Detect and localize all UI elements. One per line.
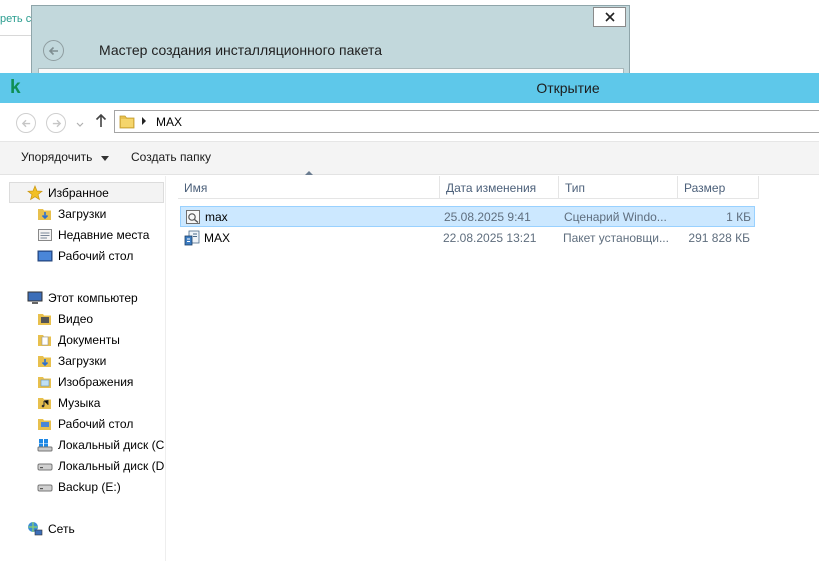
file-type: Сценарий Windo... xyxy=(564,210,667,224)
computer-icon xyxy=(27,290,43,306)
nav-this-pc[interactable]: Этот компьютер xyxy=(27,288,138,308)
nav-item-drive-d[interactable]: Локальный диск (D xyxy=(37,456,164,476)
dialog-title: Открытие xyxy=(536,80,600,96)
nav-this-pc-label: Этот компьютер xyxy=(48,291,138,305)
nav-item-label: Рабочий стол xyxy=(58,249,134,263)
documents-folder-icon xyxy=(37,332,53,348)
file-size: 291 828 КБ xyxy=(688,231,750,245)
chevron-down-icon xyxy=(101,156,109,161)
column-header-date-label: Дата изменения xyxy=(446,181,537,195)
column-header-type-label: Тип xyxy=(565,181,586,195)
column-header-name-label: Имя xyxy=(184,181,208,195)
file-name: max xyxy=(205,210,228,224)
nav-item-label: Локальный диск (C xyxy=(58,438,165,452)
column-header-type[interactable]: Тип xyxy=(559,176,678,199)
wizard-title: Мастер создания инсталляционного пакета xyxy=(99,42,383,58)
table-row[interactable]: MAX 22.08.2025 13:21 Пакет установщи... … xyxy=(180,228,755,249)
script-file-icon xyxy=(185,209,201,225)
sort-ascending-icon xyxy=(305,171,313,175)
nav-network-label: Сеть xyxy=(48,522,75,536)
nav-item-drive-c[interactable]: Локальный диск (C xyxy=(37,435,164,455)
up-arrow-icon xyxy=(95,113,107,127)
nav-item-documents[interactable]: Документы xyxy=(37,330,120,350)
breadcrumb-separator-icon[interactable] xyxy=(141,117,147,125)
dialog-titlebar[interactable]: k Открытие xyxy=(0,73,819,103)
new-folder-button[interactable]: Создать папку xyxy=(131,150,211,164)
address-bar-row: MAX xyxy=(0,103,819,141)
nav-item-drive-e[interactable]: Backup (E:) xyxy=(37,477,121,497)
nav-item-label: Изображения xyxy=(58,375,134,389)
column-header-size-label: Размер xyxy=(684,181,726,195)
downloads-folder-icon xyxy=(37,206,53,222)
nav-item-label: Загрузки xyxy=(58,354,107,368)
forward-arrow-icon xyxy=(52,119,61,127)
nav-item-label: Загрузки xyxy=(58,207,107,221)
back-button[interactable] xyxy=(16,113,36,133)
nav-item-downloads[interactable]: Загрузки xyxy=(37,204,106,224)
nav-item-pictures[interactable]: Изображения xyxy=(37,372,133,392)
nav-item-label: Недавние места xyxy=(58,228,150,242)
nav-network[interactable]: Сеть xyxy=(27,519,75,539)
address-input[interactable]: MAX xyxy=(114,110,819,133)
nav-item-label: Видео xyxy=(58,312,94,326)
chevron-down-icon xyxy=(76,122,84,127)
file-date: 22.08.2025 13:21 xyxy=(443,231,537,245)
nav-item-label: Музыка xyxy=(58,396,101,410)
column-header-size[interactable]: Размер xyxy=(678,176,759,199)
nav-item-label: Рабочий стол xyxy=(58,417,134,431)
close-icon xyxy=(604,12,615,22)
up-button[interactable] xyxy=(94,113,108,132)
nav-favorites[interactable]: Избранное xyxy=(27,183,109,203)
network-icon xyxy=(27,521,43,537)
recent-places-icon xyxy=(37,227,53,243)
breadcrumb-segment[interactable]: MAX xyxy=(156,115,182,129)
file-name: MAX xyxy=(204,231,231,245)
background-divider xyxy=(0,35,31,36)
nav-item-desktop-pc[interactable]: Рабочий стол xyxy=(37,414,133,434)
forward-button[interactable] xyxy=(46,113,66,133)
nav-item-downloads-pc[interactable]: Загрузки xyxy=(37,351,106,371)
nav-favorites-label: Избранное xyxy=(48,186,109,200)
column-header-name[interactable]: Имя xyxy=(178,171,440,199)
recent-locations-dropdown[interactable] xyxy=(76,117,84,131)
downloads-folder-icon xyxy=(37,353,53,369)
music-folder-icon xyxy=(37,395,53,411)
file-size: 1 КБ xyxy=(726,210,751,224)
nav-item-label: Backup (E:) xyxy=(58,480,121,494)
command-toolbar: Упорядочить Создать папку xyxy=(0,141,819,175)
drive-icon xyxy=(37,479,53,495)
nav-item-videos[interactable]: Видео xyxy=(37,309,93,329)
desktop-icon xyxy=(37,248,53,264)
wizard-close-button[interactable] xyxy=(593,7,626,27)
back-arrow-icon xyxy=(21,119,30,127)
nav-item-music[interactable]: Музыка xyxy=(37,393,100,413)
pictures-folder-icon xyxy=(37,374,53,390)
file-type: Пакет установщи... xyxy=(563,231,669,245)
back-arrow-icon xyxy=(48,46,58,55)
file-list: Имя Дата изменения Тип Размер max 25.08.… xyxy=(178,171,819,561)
wizard-back-button[interactable] xyxy=(43,40,64,61)
nav-item-desktop[interactable]: Рабочий стол xyxy=(37,246,133,266)
wizard-window: Мастер создания инсталляционного пакета xyxy=(31,5,630,76)
nav-item-label: Локальный диск (D xyxy=(58,459,165,473)
drive-icon xyxy=(37,458,53,474)
nav-item-label: Документы xyxy=(58,333,120,347)
nav-item-recent-places[interactable]: Недавние места xyxy=(37,225,149,245)
table-row[interactable]: max 25.08.2025 9:41 Сценарий Windo... 1 … xyxy=(180,206,755,227)
folder-icon xyxy=(119,115,135,129)
column-header-date[interactable]: Дата изменения xyxy=(440,176,559,199)
installer-package-icon xyxy=(184,230,200,246)
desktop-folder-icon xyxy=(37,416,53,432)
open-file-dialog: k Открытие MAX Упорядочить Создать папку xyxy=(0,73,819,561)
file-date: 25.08.2025 9:41 xyxy=(444,210,531,224)
background-link[interactable]: реть с xyxy=(0,13,31,25)
system-drive-icon xyxy=(37,437,53,453)
videos-folder-icon xyxy=(37,311,53,327)
star-icon xyxy=(27,185,43,201)
navigation-pane: Избранное Загрузки Недавние места Рабочи… xyxy=(0,176,166,561)
organize-button[interactable]: Упорядочить xyxy=(21,150,92,164)
